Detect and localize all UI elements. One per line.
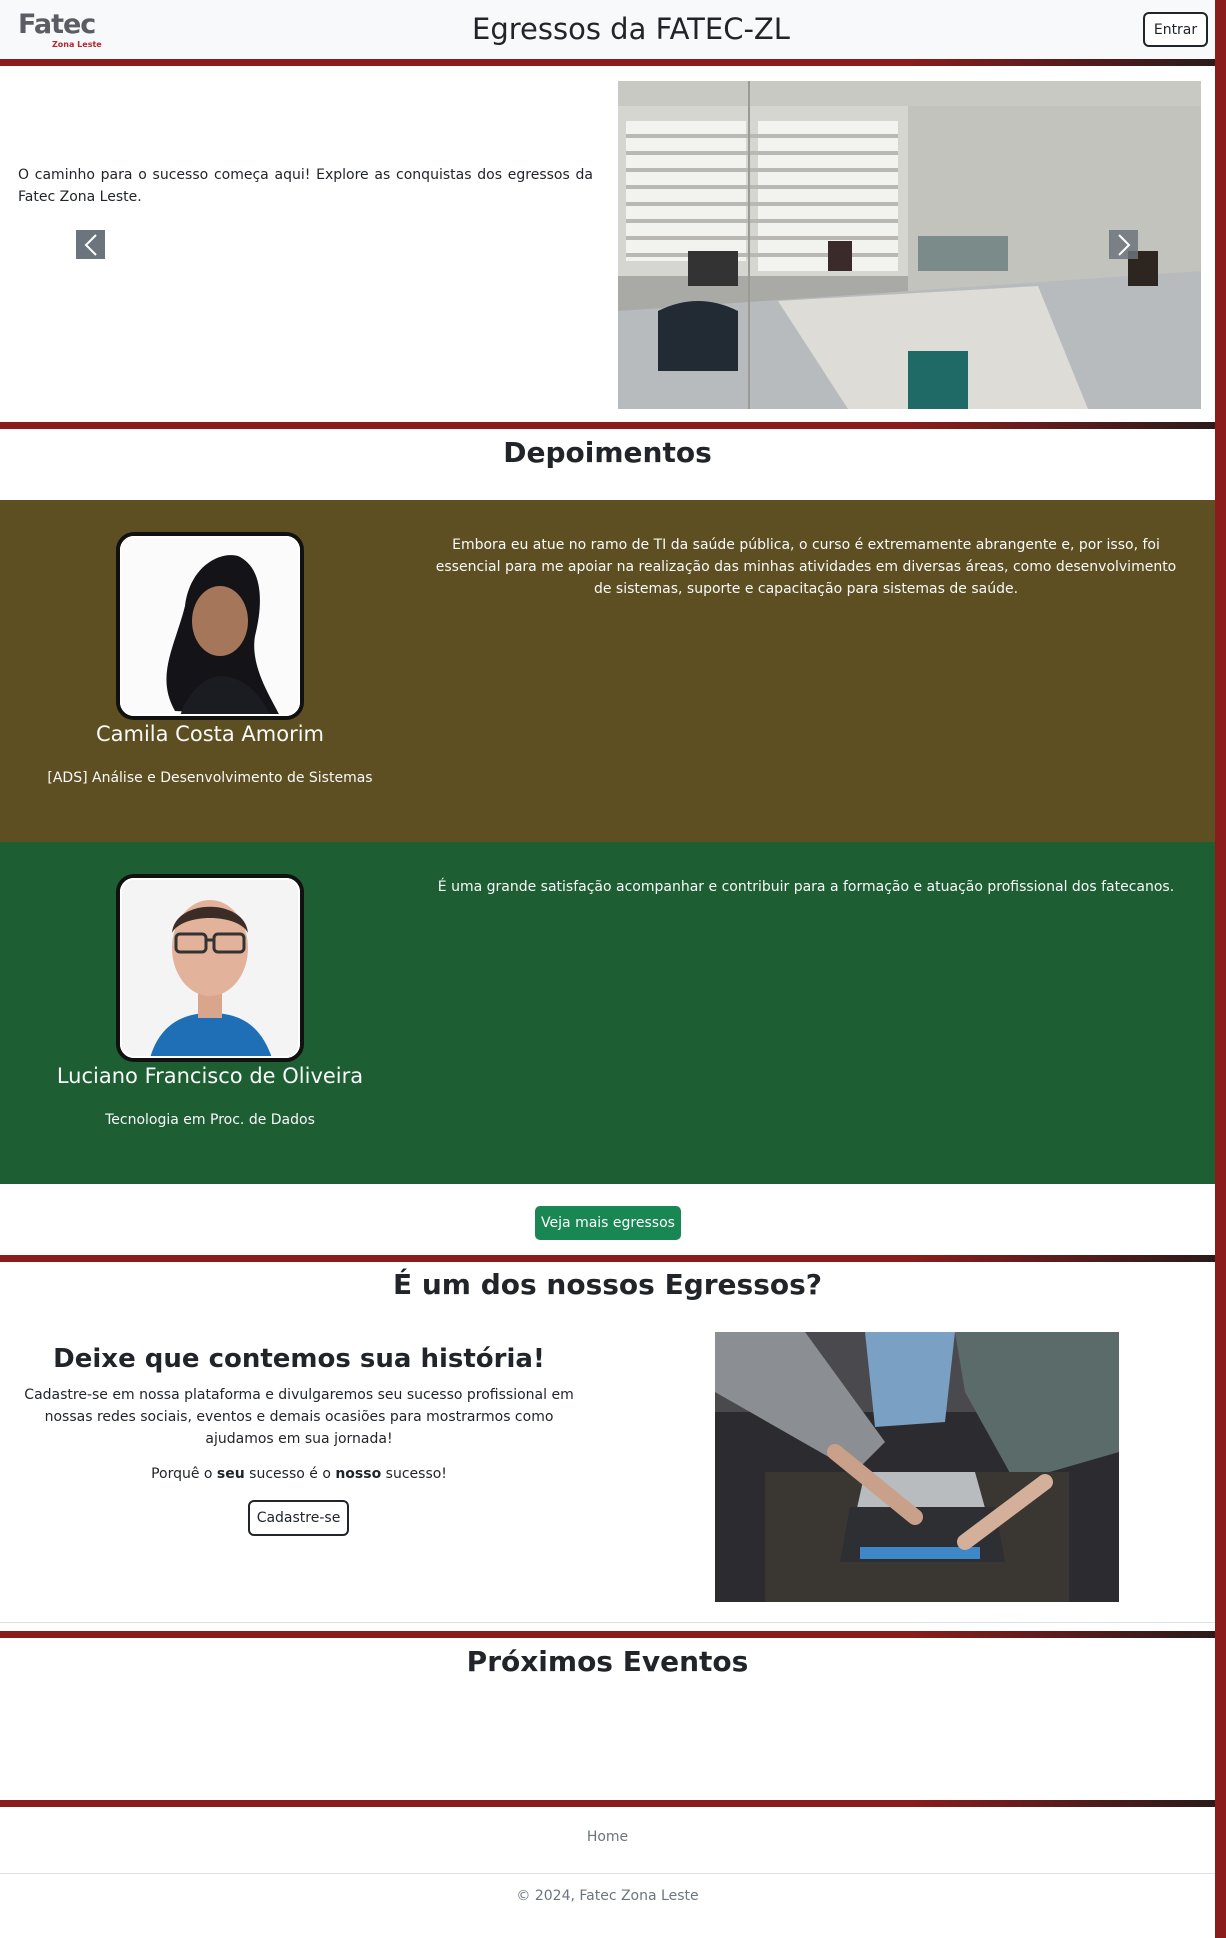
alumni-section-title: É um dos nossos Egressos? <box>392 1268 823 1301</box>
person-name: Camila Costa Amorim <box>95 722 325 746</box>
slogan-text: sucesso! <box>381 1466 447 1482</box>
footer-home-link[interactable]: Home <box>0 1829 1215 1845</box>
person-course: Tecnologia em Proc. de Dados <box>105 1112 315 1128</box>
footer-separator <box>0 1873 1215 1874</box>
avatar <box>116 874 304 1062</box>
hero-divider <box>0 422 1215 429</box>
hero-text: O caminho para o sucesso começa aqui! Ex… <box>18 167 593 205</box>
slogan-bold-nosso: nosso <box>335 1466 382 1482</box>
navbar: Fatec Zona Leste Egressos da FATEC-ZL En… <box>0 0 1215 59</box>
person-course: [ADS] Análise e Desenvolvimento de Siste… <box>47 770 373 786</box>
testimonial-card: Camila Costa Amorim [ADS] Análise e Dese… <box>0 500 1215 842</box>
alumni-slogan: Porquê o seu sucesso é o nosso sucesso! <box>18 1463 580 1485</box>
testimonial-card: Luciano Francisco de Oliveira Tecnologia… <box>0 842 1215 1184</box>
header-divider <box>0 59 1215 66</box>
more-alumni-button[interactable]: Veja mais egressos <box>535 1206 681 1240</box>
chevron-right-icon <box>1117 233 1130 256</box>
events-divider <box>0 1800 1215 1807</box>
laptop-photo <box>715 1332 1119 1602</box>
slogan-text: sucesso é o <box>244 1466 336 1482</box>
page: Fatec Zona Leste Egressos da FATEC-ZL En… <box>0 0 1215 1938</box>
signup-button[interactable]: Cadastre-se <box>248 1500 349 1536</box>
avatar <box>116 532 304 720</box>
testimonials-title: Depoimentos <box>503 436 712 469</box>
testimonial-quote: É uma grande satisfação acompanhar e con… <box>437 879 1175 895</box>
slogan-text: Porquê o <box>151 1466 217 1482</box>
testimonial-quote: Embora eu atue no ramo de TI da saúde pú… <box>435 537 1177 597</box>
right-accent-bar <box>1215 0 1226 1938</box>
events-title: Próximos Eventos <box>466 1645 749 1678</box>
section-separator <box>0 1622 1215 1623</box>
page-title: Egressos da FATEC-ZL <box>472 12 790 46</box>
login-button[interactable]: Entrar <box>1143 12 1208 47</box>
slogan-bold-seu: seu <box>216 1466 245 1482</box>
carousel-next-button[interactable] <box>1109 230 1138 259</box>
carousel-prev-button[interactable] <box>76 230 105 259</box>
person-name: Luciano Francisco de Oliveira <box>56 1064 364 1088</box>
chevron-left-icon <box>84 233 97 256</box>
footer-copyright: © 2024, Fatec Zona Leste <box>516 1888 699 1904</box>
alumni-subtitle: Deixe que contemos sua história! <box>53 1344 545 1374</box>
alumni-paragraph: Cadastre-se em nossa plataforma e divulg… <box>24 1387 574 1447</box>
testimonials-divider <box>0 1255 1215 1262</box>
alumni-divider <box>0 1631 1215 1638</box>
